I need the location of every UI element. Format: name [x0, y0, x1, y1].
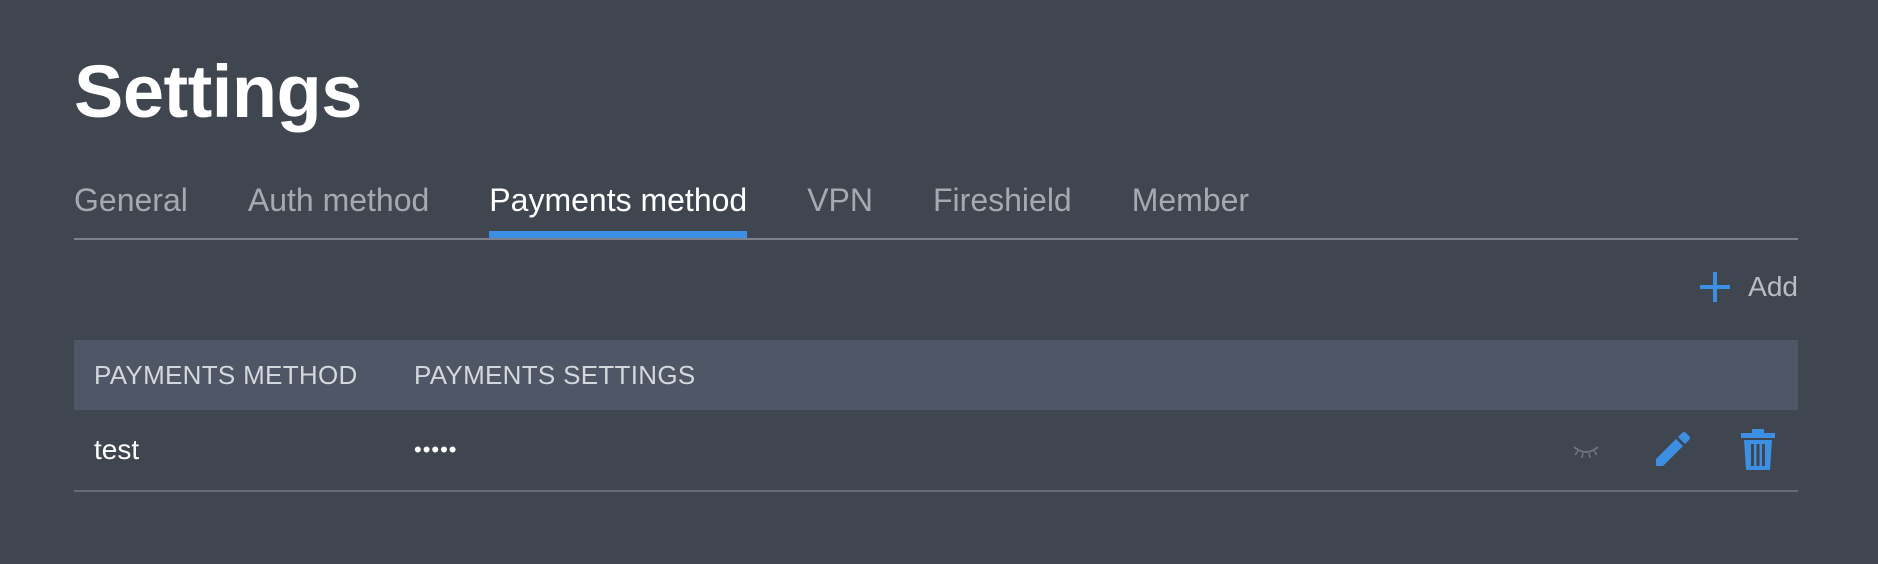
edit-button[interactable] — [1650, 429, 1692, 471]
delete-button[interactable] — [1740, 428, 1776, 472]
table-header: PAYMENTS METHOD PAYMENTS SETTINGS — [74, 340, 1798, 410]
column-header-payments-method: PAYMENTS METHOD — [94, 359, 358, 390]
page-title: Settings — [74, 50, 362, 133]
tab-vpn[interactable]: VPN — [807, 174, 873, 236]
eye-closed-icon — [1573, 446, 1599, 459]
tab-general[interactable]: General — [74, 174, 188, 236]
cell-payment-settings-masked: ••••• — [414, 437, 458, 462]
tab-auth-method[interactable]: Auth method — [248, 174, 429, 236]
reveal-button[interactable] — [1570, 438, 1602, 462]
cell-payment-method: test — [94, 434, 140, 465]
tab-fireshield[interactable]: Fireshield — [933, 174, 1072, 236]
plus-icon — [1700, 272, 1731, 302]
row-actions — [1522, 428, 1798, 472]
column-header-payments-settings: PAYMENTS SETTINGS — [414, 359, 696, 390]
pencil-icon — [1656, 432, 1690, 466]
payments-table: PAYMENTS METHOD PAYMENTS SETTINGS test •… — [74, 340, 1798, 492]
tab-member[interactable]: Member — [1132, 174, 1249, 236]
table-row: test ••••• — [74, 410, 1798, 492]
trash-icon — [1741, 429, 1775, 470]
settings-tabs: General Auth method Payments method VPN … — [74, 174, 1798, 240]
add-button[interactable]: Add — [1698, 270, 1798, 304]
tab-payments-method[interactable]: Payments method — [489, 174, 747, 238]
add-button-label: Add — [1748, 271, 1798, 302]
